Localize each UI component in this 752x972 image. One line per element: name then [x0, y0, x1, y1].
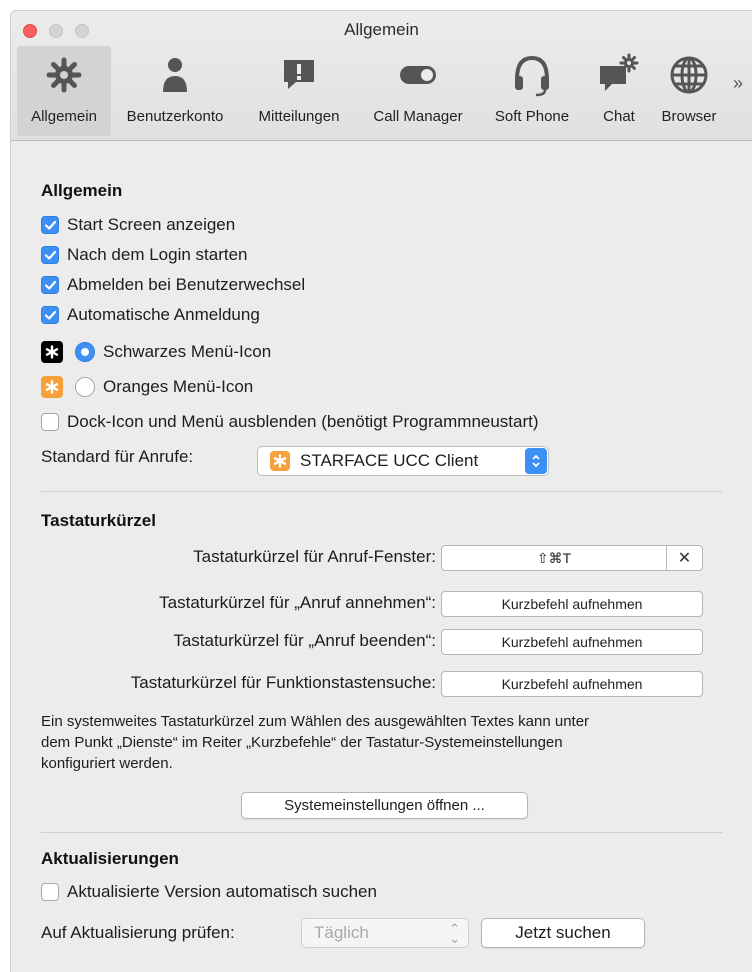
shortcut-label-accept-call: Tastaturkürzel für „Anruf annehmen“: [159, 593, 436, 612]
separator [41, 491, 722, 492]
radio-label: Oranges Menü-Icon [103, 377, 254, 396]
radio-black-icon[interactable] [75, 342, 95, 362]
headset-icon [515, 55, 549, 97]
section-title-allgemein: Allgemein [41, 181, 123, 200]
checkbox-row-logout-switch[interactable]: Abmelden bei Benutzerwechsel [41, 273, 305, 297]
preferences-content: Allgemein Start Screen anzeigen Nach dem… [11, 142, 752, 972]
tab-soft-phone[interactable]: Soft Phone [479, 46, 585, 136]
info-line: konfiguriert werden. [41, 755, 173, 772]
default-calls-value: STARFACE UCC Client [300, 451, 479, 470]
starface-black-icon [41, 341, 63, 363]
checkbox-login-start[interactable] [41, 246, 59, 264]
checkbox-start-screen[interactable] [41, 216, 59, 234]
titlebar: Allgemein Allgemein Benutzerkonto Mittei… [11, 11, 752, 141]
checkbox-label: Start Screen anzeigen [67, 215, 236, 234]
tab-call-manager[interactable]: Call Manager [359, 46, 477, 136]
chat-icon [600, 53, 639, 91]
tab-benutzerkonto[interactable]: Benutzerkonto [113, 46, 237, 136]
checkbox-label: Abmelden bei Benutzerwechsel [67, 275, 306, 294]
tab-allgemein-label: Allgemein [31, 108, 97, 125]
default-calls-label: Standard für Anrufe: [41, 447, 194, 466]
toolbar-overflow-chevron-icon[interactable]: » [733, 73, 743, 94]
shortcut-field-accept-call[interactable]: Kurzbefehl aufnehmen [441, 591, 703, 617]
checkbox-row-auto-update[interactable]: Aktualisierte Version automatisch suchen [41, 880, 377, 904]
shortcut-field-call-window[interactable]: ⇧⌘T [441, 545, 667, 571]
update-frequency-value: Täglich [314, 923, 369, 942]
tab-mitteilungen[interactable]: Mitteilungen [243, 46, 355, 136]
tab-call-manager-label: Call Manager [373, 108, 463, 125]
window-title: Allgemein [344, 20, 419, 39]
search-now-button[interactable]: Jetzt suchen [481, 918, 645, 948]
checkbox-auto-login[interactable] [41, 306, 59, 324]
section-title-tastaturkuerzel: Tastaturkürzel [41, 511, 156, 530]
tab-soft-phone-label: Soft Phone [494, 108, 570, 125]
starface-orange-icon [41, 376, 63, 398]
checkbox-label: Automatische Anmeldung [67, 305, 260, 324]
checkmark-icon [44, 220, 56, 230]
clear-shortcut-button[interactable]: ✕ [666, 545, 703, 571]
notification-icon [284, 60, 314, 89]
preferences-window: Allgemein Allgemein Benutzerkonto Mittei… [10, 10, 752, 972]
shortcut-field-function-key-search[interactable]: Kurzbefehl aufnehmen [441, 671, 703, 697]
tab-chat-label: Chat [603, 108, 635, 125]
tab-chat[interactable]: Chat [589, 46, 649, 136]
checkbox-row-hide-dock[interactable]: Dock-Icon und Menü ausblenden (benötigt … [41, 410, 539, 434]
checkbox-row-auto-login[interactable]: Automatische Anmeldung [41, 303, 260, 327]
tab-browser[interactable]: Browser [651, 46, 727, 136]
section-title-aktualisierungen: Aktualisierungen [41, 849, 179, 868]
separator [41, 832, 722, 833]
checkbox-label: Nach dem Login starten [67, 245, 248, 264]
tab-mitteilungen-label: Mitteilungen [258, 108, 340, 125]
radio-row-orange-icon[interactable]: Oranges Menü-Icon [41, 375, 253, 399]
checkbox-row-start-screen[interactable]: Start Screen anzeigen [41, 213, 235, 237]
info-line: Ein systemweites Tastaturkürzel zum Wähl… [41, 713, 590, 730]
checkbox-row-login-start[interactable]: Nach dem Login starten [41, 243, 248, 267]
radio-row-black-icon[interactable]: Schwarzes Menü-Icon [41, 340, 271, 364]
info-line: dem Punkt „Dienste“ im Reiter „Kurzbefeh… [41, 734, 563, 751]
open-system-settings-button[interactable]: Systemeinstellungen öffnen ... [241, 792, 528, 819]
shortcut-label-end-call: Tastaturkürzel für „Anruf beenden“: [173, 631, 436, 650]
gear-icon [46, 57, 82, 93]
shortcut-label-call-window: Tastaturkürzel für Anruf-Fenster: [193, 547, 436, 566]
radio-orange-icon[interactable] [75, 377, 95, 397]
updown-chevron-icon [525, 448, 547, 474]
toggle-icon [400, 66, 436, 84]
tab-allgemein[interactable]: Allgemein [17, 46, 111, 136]
person-icon [163, 58, 187, 92]
globe-icon [670, 56, 708, 94]
tab-browser-label: Browser [661, 108, 717, 125]
checkbox-hide-dock[interactable] [41, 413, 59, 431]
shortcut-info-text: Ein systemweites Tastaturkürzel zum Wähl… [41, 711, 721, 774]
checkbox-label: Aktualisierte Version automatisch suchen [67, 882, 377, 901]
default-calls-popup[interactable]: STARFACE UCC Client [257, 446, 549, 476]
checkmark-icon [44, 310, 56, 320]
update-frequency-label: Auf Aktualisierung prüfen: [41, 923, 235, 942]
shortcut-label-function-key-search: Tastaturkürzel für Funktionstastensuche: [130, 673, 436, 692]
radio-label: Schwarzes Menü-Icon [103, 342, 272, 361]
tab-benutzerkonto-label: Benutzerkonto [126, 108, 224, 125]
updown-chevron-icon: ⌃ ⌄ [449, 921, 460, 946]
starface-orange-icon [270, 451, 290, 471]
shortcut-field-end-call[interactable]: Kurzbefehl aufnehmen [441, 629, 703, 655]
checkbox-logout-switch[interactable] [41, 276, 59, 294]
checkbox-label: Dock-Icon und Menü ausblenden (benötigt … [67, 412, 539, 431]
checkbox-auto-update[interactable] [41, 883, 59, 901]
update-frequency-select: Täglich ⌃ ⌄ [301, 918, 469, 948]
checkmark-icon [44, 280, 56, 290]
checkmark-icon [44, 250, 56, 260]
